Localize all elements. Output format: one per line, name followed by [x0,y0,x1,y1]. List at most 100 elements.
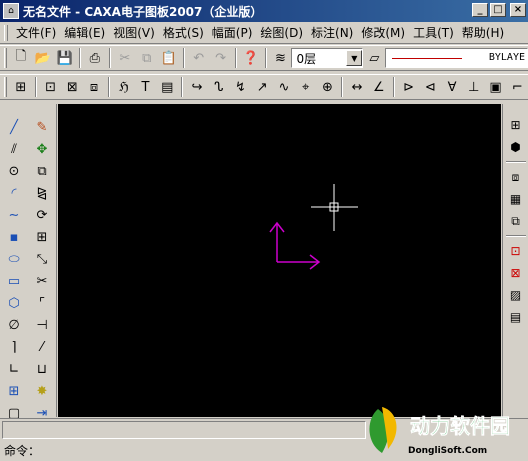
print-icon[interactable]: ⎙ [84,47,106,69]
point-tool-icon[interactable]: ▪ [3,226,25,248]
zoom-previous-icon[interactable]: ⧈ [83,76,105,98]
separator [108,48,111,68]
pick-icon[interactable]: ↗ [251,76,273,98]
image-icon[interactable]: ▣ [485,76,507,98]
menu-help[interactable]: 帮助(H) [458,24,508,41]
ellipse-icon[interactable]: ⬭ [3,248,25,270]
open-folder-icon[interactable]: 📂 [32,47,54,69]
linetype-icon[interactable]: ▱ [363,47,385,69]
properties-icon[interactable]: ▦ [505,188,527,210]
curve-b-icon[interactable]: ᔐ [208,76,230,98]
break-icon[interactable]: ⁄ [31,336,53,358]
redo-icon[interactable]: ↷ [210,47,232,69]
layers-icon[interactable]: ≋ [270,47,292,69]
menu-tools[interactable]: 工具(T) [409,24,458,41]
undo-icon[interactable]: ↶ [188,47,210,69]
curve-c-icon[interactable]: ↯ [230,76,252,98]
hatch-icon[interactable]: ⊞ [3,380,25,402]
text-style-icon[interactable]: T [135,76,157,98]
surface-icon[interactable]: ∀ [441,76,463,98]
paste-icon[interactable]: 📋 [158,47,180,69]
watermark-logo: 动力软件园 DongliSoft.Com [360,399,520,461]
hatch-red-b-icon[interactable]: ⊠ [505,262,527,284]
section-icon[interactable]: ▨ [505,284,527,306]
move-icon[interactable]: ✥ [31,138,53,160]
zoom-extents-icon[interactable]: ⊠ [61,76,83,98]
separator [264,48,267,68]
drawing-canvas[interactable] [58,104,501,417]
menu-sheet[interactable]: 幅面(P) [208,24,257,41]
symbol-ab-icon[interactable]: ℌ [113,76,135,98]
command-prompt: 命令： [4,444,41,458]
draw-tools-column: ╱ ⫽ ⊙ ◜ ∼ ▪ ⬭ ▭ ⬡ ∅ ⌉ ∟ ⊞ ▢ [0,104,28,424]
layer-select[interactable]: 0层 ▼ [291,48,364,68]
toolbar-grip[interactable] [4,77,7,97]
menu-draw[interactable]: 绘图(D) [256,24,307,41]
menu-modify[interactable]: 修改(M) [357,24,409,41]
array-icon[interactable]: ⊞ [31,226,53,248]
zoom-window-icon[interactable]: ⊡ [40,76,62,98]
hatch-red-a-icon[interactable]: ⊡ [505,240,527,262]
tools-palette: ⊞ ⬢ ⧈ ▦ ⧉ ⊡ ⊠ ▨ ▤ [502,104,528,417]
circle-icon[interactable]: ⊙ [3,160,25,182]
rectangle-icon[interactable]: ▭ [3,270,25,292]
chevron-down-icon[interactable]: ▼ [346,50,363,66]
spline-curve-icon[interactable]: ∼ [3,204,25,226]
linear-dim-icon[interactable]: ↔ [346,76,368,98]
parts-library-icon[interactable]: ⧈ [505,166,527,188]
rotate-icon[interactable]: ⟳ [31,204,53,226]
menu-bar: 文件(F) 编辑(E) 视图(V) 格式(S) 幅面(P) 绘图(D) 标注(N… [0,22,528,44]
toolbar-grip[interactable] [4,48,7,68]
menu-file[interactable]: 文件(F) [12,24,60,41]
redraw-icon[interactable]: ⊞ [10,76,32,98]
detail-icon[interactable]: ⧉ [505,210,527,232]
angle-dim-icon[interactable]: ∠ [368,76,390,98]
polygon-icon[interactable]: ⬡ [3,292,25,314]
menu-grip[interactable] [4,24,8,41]
mirror-icon[interactable]: ⧎ [31,182,53,204]
trim-icon[interactable]: ✂ [31,270,53,292]
polyline-icon[interactable]: ∅ [3,314,25,336]
cut-icon[interactable]: ✂ [114,47,136,69]
new-file-icon[interactable]: 🗋 [10,47,32,69]
point-icon[interactable]: ⌖ [295,76,317,98]
fillet-icon[interactable]: ⌜ [31,292,53,314]
maximize-button[interactable]: □ [490,3,506,17]
crosshair-cursor-icon [311,184,358,231]
tolerance-icon[interactable]: ⌐ [506,76,528,98]
extend-icon[interactable]: ⊣ [31,314,53,336]
explode-icon[interactable]: ✸ [31,380,53,402]
weld-icon[interactable]: ⊳ [398,76,420,98]
app-icon[interactable]: ⌂ [3,3,19,19]
copy-icon[interactable]: ⧉ [136,47,158,69]
stretch-icon[interactable]: ⊔ [31,358,53,380]
separator [341,77,344,97]
line-icon[interactable]: ╱ [3,116,25,138]
save-icon[interactable]: 💾 [54,47,76,69]
close-button[interactable]: × [510,3,526,17]
attribute-icon[interactable]: ▤ [156,76,178,98]
parallel-line-icon[interactable]: ⫽ [3,138,25,160]
menu-edit[interactable]: 编辑(E) [60,24,109,41]
datum-icon[interactable]: ⊥ [463,76,485,98]
3d-box-icon[interactable]: ⬢ [505,136,527,158]
block-edit-icon[interactable]: ⊞ [505,114,527,136]
curve-a-icon[interactable]: ↪ [186,76,208,98]
scale-icon[interactable]: ⤡ [31,248,53,270]
menu-format[interactable]: 格式(S) [159,24,208,41]
equidistant-icon[interactable]: ∟ [3,358,25,380]
minimize-button[interactable]: _ [472,3,488,17]
linetype-select[interactable]: BYLAYE [385,48,528,68]
linetype-swatch [392,57,463,59]
centerline-icon[interactable]: ⌉ [3,336,25,358]
erase-icon[interactable]: ✎ [31,116,53,138]
roughness-icon[interactable]: ⊲ [419,76,441,98]
center-icon[interactable]: ⊕ [317,76,339,98]
arc-icon[interactable]: ◜ [3,182,25,204]
bom-icon[interactable]: ▤ [505,306,527,328]
copy-entity-icon[interactable]: ⧉ [31,160,53,182]
spline-icon[interactable]: ∿ [273,76,295,98]
menu-dimension[interactable]: 标注(N) [307,24,357,41]
menu-view[interactable]: 视图(V) [109,24,159,41]
help-pointer-icon[interactable]: ❓ [240,47,262,69]
